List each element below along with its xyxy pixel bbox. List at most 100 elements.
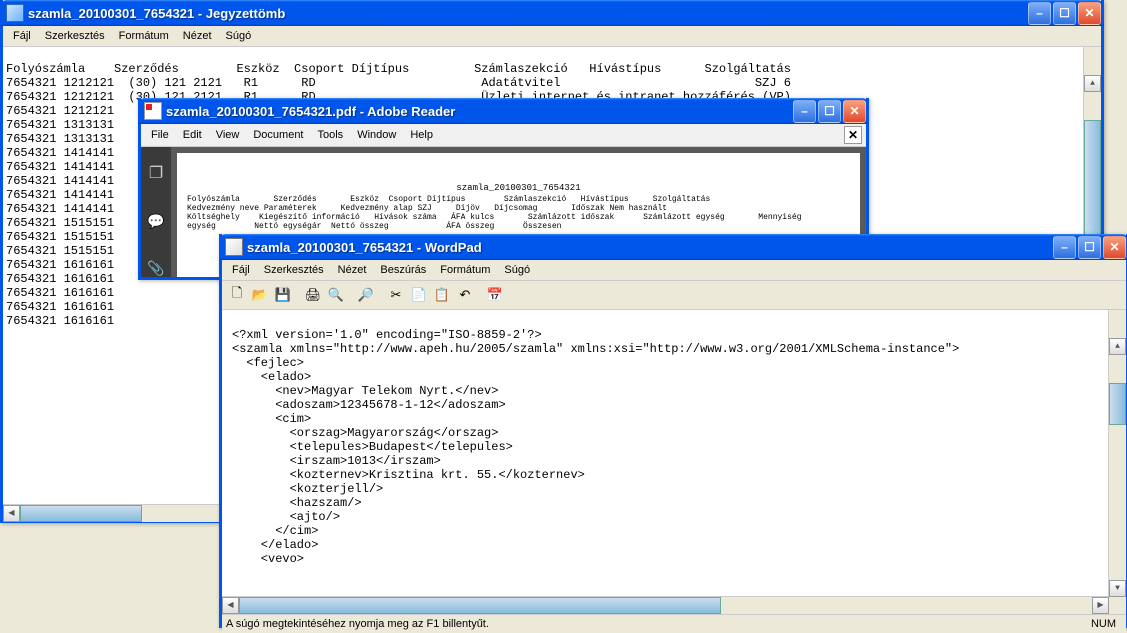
xml-line: <orszag>Magyarország</orszag> — [232, 426, 498, 440]
text-row: 7654321 1313131 — [6, 118, 114, 132]
text-header: Folyószámla Szerződés Eszköz Csoport Díj… — [6, 62, 791, 76]
xml-line: <nev>Magyar Telekom Nyrt.</nev> — [232, 384, 498, 398]
wordpad-title: szamla_20100301_7654321 - WordPad — [247, 240, 482, 255]
undo-icon[interactable]: ↶ — [454, 284, 476, 306]
menu-format[interactable]: Formátum — [434, 262, 496, 278]
menu-edit[interactable]: Szerkesztés — [258, 262, 330, 278]
maximize-button[interactable]: ☐ — [818, 100, 841, 123]
wordpad-text-area[interactable]: <?xml version='1.0" encoding="ISO-8859-2… — [222, 310, 1126, 614]
xml-line: <?xml version='1.0" encoding="ISO-8859-2… — [232, 328, 542, 342]
save-icon[interactable]: 💾 — [272, 284, 294, 306]
text-row: 7654321 1212121 — [6, 104, 114, 118]
copy-icon[interactable]: 📄 — [408, 284, 430, 306]
comments-icon[interactable]: 💬 — [147, 213, 164, 230]
scroll-left-icon[interactable]: ◀ — [222, 597, 239, 614]
xml-line: <fejlec> — [232, 356, 304, 370]
pdf-columns: Folyószámla Szerződés Eszköz Csoport Díj… — [187, 195, 850, 231]
minimize-button[interactable]: – — [1028, 2, 1051, 25]
wordpad-statusbar: A súgó megtekintéséhez nyomja meg az F1 … — [222, 614, 1126, 633]
xml-line: <kozternev>Krisztina krt. 55.</kozternev… — [232, 468, 585, 482]
notepad-titlebar[interactable]: szamla_20100301_7654321 - Jegyzettömb – … — [0, 0, 1104, 26]
wordpad-menubar: Fájl Szerkesztés Nézet Beszúrás Formátum… — [222, 260, 1126, 281]
print-icon[interactable]: 🖨 — [302, 284, 324, 306]
open-icon[interactable]: 📂 — [249, 284, 271, 306]
text-row: 7654321 1414141 — [6, 146, 114, 160]
maximize-button[interactable]: ☐ — [1078, 236, 1101, 259]
xml-line: <cim> — [232, 412, 311, 426]
close-button[interactable]: ✕ — [843, 100, 866, 123]
scroll-right-icon[interactable]: ▶ — [1092, 597, 1109, 614]
menu-help[interactable]: Help — [404, 127, 439, 143]
scroll-thumb[interactable] — [1109, 383, 1126, 425]
attachments-icon[interactable]: 📎 — [147, 260, 164, 277]
close-button[interactable]: ✕ — [1103, 236, 1126, 259]
scroll-down-icon[interactable]: ▼ — [1109, 580, 1126, 597]
menu-edit[interactable]: Szerkesztés — [39, 28, 111, 44]
wordpad-titlebar[interactable]: szamla_20100301_7654321 - WordPad – ☐ ✕ — [219, 234, 1127, 260]
xml-line: <hazszam/> — [232, 496, 362, 510]
text-row: 7654321 1212121 (30) 121 2121 R1 RD Adat… — [6, 76, 791, 90]
xml-line: </cim> — [232, 524, 318, 538]
menu-file[interactable]: Fájl — [226, 262, 256, 278]
xml-line: <kozterjell/> — [232, 482, 383, 496]
notepad-icon — [6, 4, 24, 22]
text-row: 7654321 1414141 — [6, 174, 114, 188]
menu-view[interactable]: Nézet — [177, 28, 218, 44]
menu-insert[interactable]: Beszúrás — [374, 262, 432, 278]
text-row: 7654321 1515151 — [6, 244, 114, 258]
adobe-sidebar: ❐ 💬 📎 — [141, 147, 171, 277]
xml-line: <adoszam>12345678-1-12</adoszam> — [232, 398, 506, 412]
xml-line: <elado> — [232, 370, 311, 384]
close-document-button[interactable]: ✕ — [844, 126, 862, 144]
text-row: 7654321 1414141 — [6, 202, 114, 216]
text-row: 7654321 1414141 — [6, 188, 114, 202]
menu-help[interactable]: Súgó — [220, 28, 258, 44]
text-row: 7654321 1515151 — [6, 216, 114, 230]
status-numlock: NUM — [1085, 618, 1122, 630]
pdf-icon — [144, 102, 162, 120]
scroll-up-icon[interactable]: ▲ — [1084, 75, 1101, 92]
scroll-left-icon[interactable]: ◀ — [3, 505, 20, 522]
wordpad-icon — [225, 238, 243, 256]
menu-view[interactable]: View — [210, 127, 246, 143]
text-row: 7654321 1414141 — [6, 160, 114, 174]
menu-file[interactable]: Fájl — [7, 28, 37, 44]
scroll-thumb[interactable] — [20, 505, 142, 522]
new-icon[interactable]: 🗋 — [226, 284, 248, 306]
minimize-button[interactable]: – — [1053, 236, 1076, 259]
pdf-page-title: szamla_20100301_7654321 — [187, 183, 850, 193]
menu-document[interactable]: Document — [247, 127, 309, 143]
text-row: 7654321 1515151 — [6, 230, 114, 244]
preview-icon[interactable]: 🔍 — [325, 284, 347, 306]
close-button[interactable]: ✕ — [1078, 2, 1101, 25]
text-row: 7654321 1616161 — [6, 272, 114, 286]
menu-view[interactable]: Nézet — [332, 262, 373, 278]
adobe-titlebar[interactable]: szamla_20100301_7654321.pdf - Adobe Read… — [138, 98, 869, 124]
xml-line: <telepules>Budapest</telepules> — [232, 440, 513, 454]
adobe-title: szamla_20100301_7654321.pdf - Adobe Read… — [166, 104, 455, 119]
text-row: 7654321 1616161 — [6, 314, 114, 328]
minimize-button[interactable]: – — [793, 100, 816, 123]
scroll-thumb[interactable] — [239, 597, 721, 614]
xml-line: <irszam>1013</irszam> — [232, 454, 441, 468]
datetime-icon[interactable]: 📅 — [484, 284, 506, 306]
scroll-up-icon[interactable]: ▲ — [1109, 338, 1126, 355]
menu-help[interactable]: Súgó — [498, 262, 536, 278]
pages-icon[interactable]: ❐ — [149, 163, 163, 183]
notepad-menubar: Fájl Szerkesztés Formátum Nézet Súgó — [3, 26, 1101, 47]
paste-icon[interactable]: 📋 — [431, 284, 453, 306]
xml-line: </elado> — [232, 538, 318, 552]
maximize-button[interactable]: ☐ — [1053, 2, 1076, 25]
cut-icon[interactable]: ✂ — [385, 284, 407, 306]
text-row: 7654321 1616161 — [6, 300, 114, 314]
scroll-corner — [1109, 597, 1126, 614]
menu-tools[interactable]: Tools — [312, 127, 350, 143]
menu-format[interactable]: Formátum — [113, 28, 175, 44]
scrollbar-vertical[interactable]: ▲ ▼ — [1108, 310, 1126, 597]
menu-window[interactable]: Window — [351, 127, 402, 143]
find-icon[interactable]: 🔎 — [355, 284, 377, 306]
scrollbar-horizontal[interactable]: ◀ ▶ — [222, 596, 1109, 614]
text-row: 7654321 1313131 — [6, 132, 114, 146]
menu-edit[interactable]: Edit — [177, 127, 208, 143]
menu-file[interactable]: File — [145, 127, 175, 143]
